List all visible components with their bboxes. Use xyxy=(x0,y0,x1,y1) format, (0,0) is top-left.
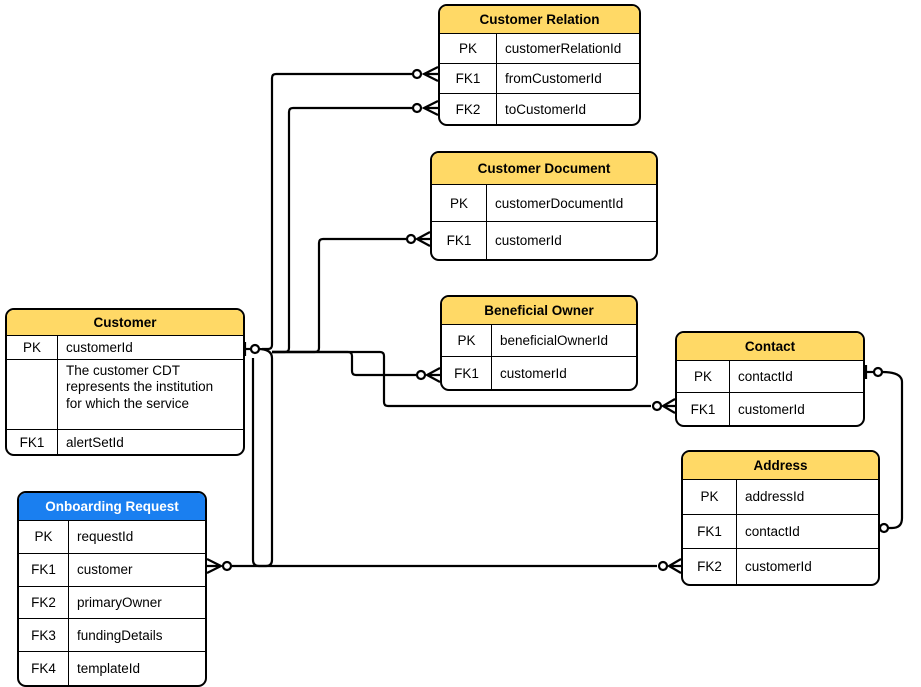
attribute-name: customerId xyxy=(745,559,812,575)
attribute-key: FK1 xyxy=(19,553,69,586)
attribute-name: primaryOwner xyxy=(77,594,162,610)
attribute-row[interactable]: PK customerDocumentId xyxy=(432,185,656,222)
attribute-name: requestId xyxy=(77,529,134,545)
attribute-key: FK2 xyxy=(440,94,497,124)
cardinality-contact-many xyxy=(651,398,676,414)
attribute-row[interactable]: FK3 fundingDetails xyxy=(19,619,205,653)
cardinality-relation-from-many xyxy=(411,66,439,82)
attribute-name: customerRelationId xyxy=(505,41,622,56)
er-diagram-canvas: Customer Relation PK customerRelationId FK1… xyxy=(0,0,921,687)
attribute-name: The customer CDT represents the institut… xyxy=(66,362,214,411)
attribute-row[interactable]: FK1 customerId xyxy=(432,222,656,259)
attribute-key: PK xyxy=(683,480,737,514)
attribute-name: contactId xyxy=(745,523,800,539)
attribute-name: customerId xyxy=(495,233,562,248)
cardinality-onboarding-many xyxy=(206,558,233,574)
attribute-name: fromCustomerId xyxy=(505,71,602,86)
attribute-key: PK xyxy=(440,34,497,63)
connector-customer-to-document xyxy=(272,237,406,354)
attribute-row[interactable]: FK1 customerId xyxy=(677,393,863,425)
attribute-row[interactable]: The customer CDT represents the institut… xyxy=(7,359,243,431)
attribute-name: customerId xyxy=(66,339,133,355)
attribute-key: FK3 xyxy=(19,619,69,652)
connector-customer-to-relation-from xyxy=(262,72,412,351)
attribute-row[interactable]: FK2 customerId xyxy=(683,549,878,584)
attribute-row[interactable]: FK1 customer xyxy=(19,553,205,587)
attribute-key: FK2 xyxy=(19,586,69,619)
attribute-row[interactable]: FK2 toCustomerId xyxy=(440,94,639,124)
attribute-row[interactable]: FK4 templateId xyxy=(19,652,205,685)
attribute-row[interactable]: FK1 alertSetId xyxy=(7,430,243,454)
entity-contact[interactable]: Contact PK contactId FK1 customerId xyxy=(675,331,865,427)
attribute-key: FK4 xyxy=(19,652,69,685)
entity-beneficial_owner[interactable]: Beneficial Owner PK beneficialOwnerId FK1 cu… xyxy=(440,295,638,391)
attribute-key: PK xyxy=(7,336,58,359)
entity-customer_document[interactable]: Customer Document PK customerDocumentId FK1… xyxy=(430,151,658,261)
attribute-key: FK1 xyxy=(683,514,737,549)
attribute-key: PK xyxy=(442,325,492,356)
attribute-row[interactable]: PK beneficialOwnerId xyxy=(442,325,636,357)
entity-title-customer_document: Customer Document xyxy=(432,153,656,185)
attribute-key: FK1 xyxy=(7,430,58,454)
attribute-row[interactable]: PK addressId xyxy=(683,480,878,515)
attribute-row[interactable]: PK contactId xyxy=(677,361,863,393)
cardinality-contact-one xyxy=(864,365,884,379)
attribute-row[interactable]: PK requestId xyxy=(19,521,205,554)
attribute-row[interactable]: PK customerId xyxy=(7,336,243,360)
attribute-key: FK1 xyxy=(440,64,497,93)
attribute-name: beneficialOwnerId xyxy=(500,333,609,348)
entity-title-customer: Customer xyxy=(7,310,243,336)
cardinality-address-customer-many xyxy=(657,558,682,574)
attribute-name: alertSetId xyxy=(66,434,124,450)
attribute-name: addressId xyxy=(745,489,805,505)
entity-title-customer_relation: Customer Relation xyxy=(440,6,639,34)
attribute-name: fundingDetails xyxy=(77,627,163,643)
attribute-name: customer xyxy=(77,562,133,578)
entity-title-address: Address xyxy=(683,452,878,480)
attribute-name: toCustomerId xyxy=(505,101,587,117)
attribute-row[interactable]: FK1 contactId xyxy=(683,514,878,550)
connector-customer-to-relation-to xyxy=(272,106,412,354)
attribute-key: FK2 xyxy=(683,549,737,584)
cardinality-beneficial-owner-many xyxy=(415,367,441,383)
entity-title-onboarding_request: Onboarding Request xyxy=(19,493,205,521)
attribute-row[interactable]: FK2 primaryOwner xyxy=(19,586,205,620)
cardinality-relation-to-many xyxy=(411,100,439,116)
entity-title-beneficial_owner: Beneficial Owner xyxy=(442,297,636,325)
connector-customer-to-beneficial-owner xyxy=(272,350,416,377)
attribute-row[interactable]: FK1 customerId xyxy=(442,357,636,389)
attribute-key: PK xyxy=(19,521,69,553)
attribute-key: FK1 xyxy=(677,393,730,425)
cardinality-customer-one xyxy=(243,342,261,356)
attribute-name: customerId xyxy=(500,365,567,381)
attribute-row[interactable]: FK1 fromCustomerId xyxy=(440,64,639,94)
connector-contact-to-address xyxy=(880,370,904,530)
entity-title-contact: Contact xyxy=(677,333,863,361)
attribute-name: contactId xyxy=(738,369,793,384)
attribute-key: FK1 xyxy=(432,222,487,259)
entity-onboarding_request[interactable]: Onboarding Request PK requestId FK1 customer… xyxy=(17,491,207,687)
attribute-name: templateId xyxy=(77,661,141,677)
attribute-key: FK1 xyxy=(442,357,492,389)
attribute-row[interactable]: PK customerRelationId xyxy=(440,34,639,64)
attribute-key xyxy=(7,359,58,430)
attribute-key: PK xyxy=(432,185,487,221)
entity-customer[interactable]: Customer PK customerId The customer CDT rep… xyxy=(5,308,245,456)
entity-customer_relation[interactable]: Customer Relation PK customerRelationId FK1… xyxy=(438,4,641,126)
cardinality-document-many xyxy=(405,231,431,247)
entity-address[interactable]: Address PK addressId FK1 contactId FK2 custome… xyxy=(681,450,880,586)
attribute-name: customerId xyxy=(738,401,805,417)
attribute-name: customerDocumentId xyxy=(495,195,624,211)
attribute-key: PK xyxy=(677,361,730,392)
